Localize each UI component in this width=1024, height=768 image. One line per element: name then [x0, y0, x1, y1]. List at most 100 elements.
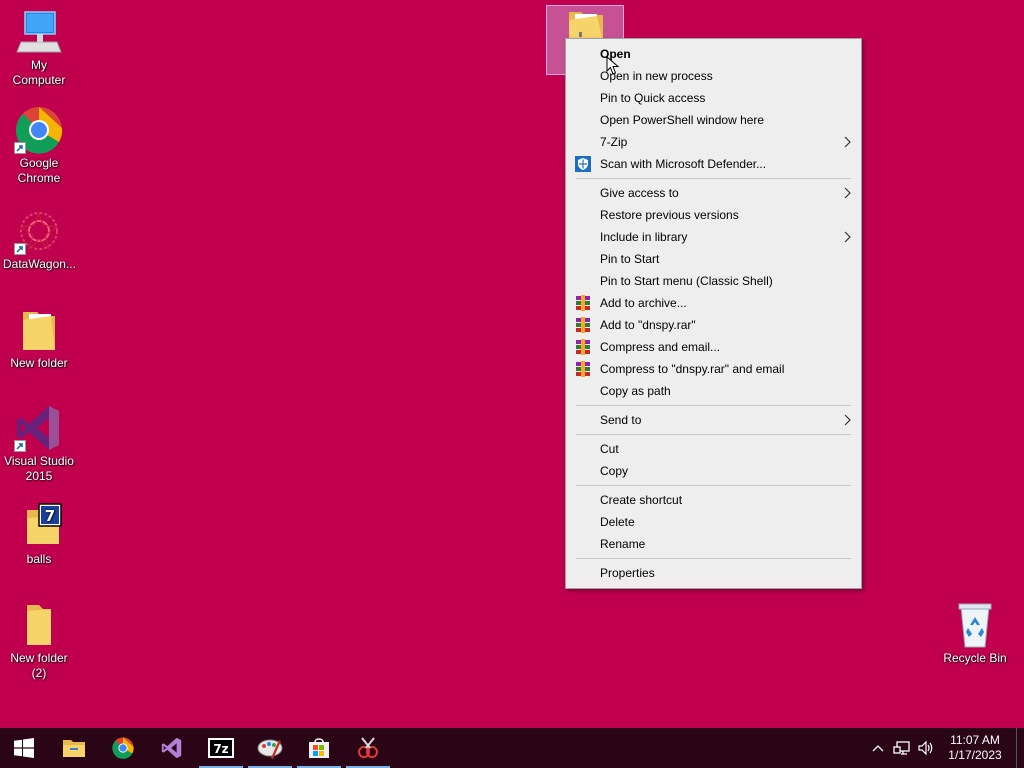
desktop-icon-datawagon[interactable]: DataWagon... — [1, 207, 77, 272]
start-button[interactable] — [0, 728, 48, 768]
menu-item-pin-to-start[interactable]: Pin to Start — [566, 248, 861, 270]
menu-item-label: Copy as path — [600, 384, 671, 398]
menu-item-copy[interactable]: Copy — [566, 460, 861, 482]
taskbar-visual-studio[interactable] — [148, 728, 196, 768]
menu-separator — [576, 485, 851, 486]
menu-item-label: Rename — [600, 537, 646, 551]
desktop-icon-new-folder-2[interactable]: New folder (2) — [1, 601, 77, 681]
store-icon — [309, 738, 329, 758]
shortcut-arrow-icon — [14, 243, 26, 255]
menu-item-pin-to-start-classic-shell[interactable]: Pin to Start menu (Classic Shell) — [566, 270, 861, 292]
desktop-icon-label: Recycle Bin — [943, 651, 1007, 665]
menu-item-delete[interactable]: Delete — [566, 511, 861, 533]
menu-item-label: Give access to — [600, 186, 679, 200]
taskbar-dnspy[interactable] — [344, 728, 392, 768]
chrome-icon — [13, 106, 65, 154]
menu-item-label: Pin to Quick access — [600, 91, 706, 105]
menu-item-compress-to-dnspy-rar-and-email[interactable]: Compress to "dnspy.rar" and email — [566, 358, 861, 380]
menu-item-7zip[interactable]: 7-Zip — [566, 131, 861, 153]
taskbar-paint[interactable] — [246, 728, 294, 768]
desktop-icon-label: Google Chrome — [17, 156, 61, 185]
winrar-icon — [576, 317, 590, 333]
show-desktop-button[interactable] — [1016, 728, 1024, 768]
menu-item-compress-and-email[interactable]: Compress and email... — [566, 336, 861, 358]
taskbar-clock[interactable]: 11:07 AM 1/17/2023 — [938, 733, 1012, 763]
menu-item-include-in-library[interactable]: Include in library — [566, 226, 861, 248]
menu-item-label: Cut — [600, 442, 619, 456]
clock-date: 1/17/2023 — [948, 748, 1002, 762]
menu-item-add-to-dnspy-rar[interactable]: Add to "dnspy.rar" — [566, 314, 861, 336]
menu-item-label: Restore previous versions — [600, 208, 739, 222]
file-explorer-icon — [63, 740, 85, 757]
menu-separator — [576, 405, 851, 406]
menu-item-add-to-archive[interactable]: Add to archive... — [566, 292, 861, 314]
desktop-icon-label: Visual Studio 2015 — [4, 454, 74, 483]
chevron-right-icon — [844, 136, 851, 148]
volume-icon[interactable] — [914, 728, 938, 768]
menu-item-label: Add to "dnspy.rar" — [600, 318, 696, 332]
menu-item-copy-as-path[interactable]: Copy as path — [566, 380, 861, 402]
desktop-icon-balls[interactable]: 7 balls — [1, 502, 77, 567]
svg-text:7z: 7z — [213, 742, 228, 756]
taskbar-7zip[interactable]: 7z — [197, 728, 245, 768]
menu-item-create-shortcut[interactable]: Create shortcut — [566, 489, 861, 511]
7zip-icon: 7z — [208, 738, 234, 758]
desktop-icon-label: My Computer — [12, 58, 66, 87]
menu-item-open-powershell[interactable]: Open PowerShell window here — [566, 109, 861, 131]
taskbar-file-explorer[interactable] — [50, 728, 98, 768]
mouse-cursor-icon — [606, 56, 620, 75]
desktop-icon-visual-studio[interactable]: Visual Studio 2015 — [1, 404, 77, 484]
shortcut-arrow-icon — [14, 142, 26, 154]
taskbar-chrome[interactable] — [99, 728, 147, 768]
taskbar-store[interactable] — [295, 728, 343, 768]
menu-item-properties[interactable]: Properties — [566, 562, 861, 584]
menu-separator — [576, 434, 851, 435]
menu-item-send-to[interactable]: Send to — [566, 409, 861, 431]
menu-item-scan-defender[interactable]: Scan with Microsoft Defender... — [566, 153, 861, 175]
visual-studio-icon — [13, 404, 65, 452]
menu-item-give-access-to[interactable]: Give access to — [566, 182, 861, 204]
system-tray: 11:07 AM 1/17/2023 — [866, 728, 1024, 768]
menu-item-restore-previous-versions[interactable]: Restore previous versions — [566, 204, 861, 226]
chrome-icon — [112, 737, 134, 759]
folder-icon — [13, 601, 65, 649]
winrar-icon — [576, 361, 590, 377]
datawagon-icon — [13, 207, 65, 255]
network-icon[interactable] — [890, 728, 914, 768]
menu-item-label: Properties — [600, 566, 655, 580]
menu-item-label: Pin to Start menu (Classic Shell) — [600, 274, 773, 288]
menu-item-label: Pin to Start — [600, 252, 660, 266]
chevron-up-icon[interactable] — [866, 728, 890, 768]
menu-item-label: Add to archive... — [600, 296, 687, 310]
shortcut-arrow-icon — [14, 440, 26, 452]
menu-item-cut[interactable]: Cut — [566, 438, 861, 460]
recycle-bin-icon — [949, 601, 1001, 649]
menu-item-pin-to-quick-access[interactable]: Pin to Quick access — [566, 87, 861, 109]
menu-item-label: Open PowerShell window here — [600, 113, 765, 127]
menu-item-label: Include in library — [600, 230, 688, 244]
menu-item-label: Send to — [600, 413, 642, 427]
computer-icon — [13, 8, 65, 56]
desktop-icon-new-folder[interactable]: New folder — [1, 306, 77, 371]
desktop-icon-label: New folder — [10, 356, 68, 370]
taskbar: 7z 11:07 AM 1/17/2023 — [0, 728, 1024, 768]
context-menu: Open Open in new process Pin to Quick ac… — [565, 38, 862, 589]
menu-item-label: Compress to "dnspy.rar" and email — [600, 362, 785, 376]
clock-time: 11:07 AM — [950, 733, 1000, 747]
visual-studio-icon — [161, 737, 182, 759]
menu-item-label: Copy — [600, 464, 629, 478]
menu-item-label: Create shortcut — [600, 493, 683, 507]
desktop-icon-google-chrome[interactable]: Google Chrome — [1, 106, 77, 186]
desktop-icon-label: balls — [26, 552, 52, 566]
desktop-icon-recycle-bin[interactable]: Recycle Bin — [937, 601, 1013, 666]
7zip-folder-icon: 7 — [13, 502, 65, 550]
svg-text:7: 7 — [45, 507, 55, 525]
menu-separator — [576, 558, 851, 559]
menu-item-label: Scan with Microsoft Defender... — [600, 157, 767, 171]
menu-item-rename[interactable]: Rename — [566, 533, 861, 555]
desktop-icon-my-computer[interactable]: My Computer — [1, 8, 77, 88]
folder-icon — [13, 306, 65, 354]
menu-item-label: Compress and email... — [600, 340, 721, 354]
winrar-icon — [576, 295, 590, 311]
desktop-icon-label: DataWagon... — [3, 257, 76, 271]
